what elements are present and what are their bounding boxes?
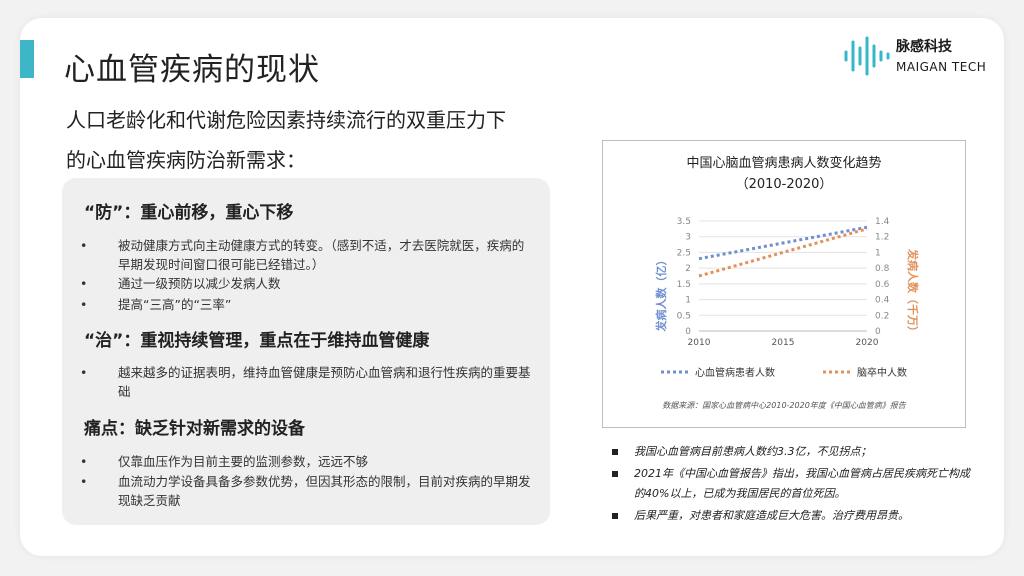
y2-tick-label: 1: [875, 248, 881, 258]
series-line-1: [698, 225, 868, 261]
list-item: • 仅靠血压作为目前主要的监测参数，远远不够: [80, 454, 369, 469]
chart-subtitle: （2010-2020）: [736, 177, 833, 192]
y2-tick-label: 0.4: [875, 296, 890, 306]
bullet-icon: •: [80, 276, 88, 291]
bullet-icon: •: [80, 454, 88, 469]
chart-title: 中国心脑血管病患病人数变化趋势: [686, 155, 881, 171]
y-tick-label: 1.5: [677, 280, 691, 290]
bullet-icon: •: [80, 238, 88, 253]
subtitle: 人口老龄化和代谢危险因素持续流行的双重压力下 的心血管疾病防治新需求：: [66, 100, 566, 180]
section-heading-treatment: “治”：重视持续管理，重点在于维持血管健康: [84, 331, 430, 351]
y-tick-label: 3.5: [677, 217, 691, 227]
trend-chart-svg: 中国心脑血管病患病人数变化趋势 （2010-2020） 0 0.5 1 1.5 2 2.5…: [654, 155, 920, 410]
list-item: • 提高“三高”的“三率”: [80, 297, 232, 312]
y2-tick-label: 0.2: [875, 311, 889, 321]
sound-wave-logo-icon: [844, 36, 890, 76]
notes-list: 我国心血管病目前患病人数约3.3亿，不见拐点； 2021年《中国心血管报告》指出…: [612, 442, 972, 528]
title-accent-bar: [20, 40, 34, 78]
y2-tick-label: 0.6: [875, 280, 890, 290]
x-tick-label: 2010: [688, 338, 711, 348]
square-bullet-icon: [612, 449, 618, 455]
y2-tick-label: 1.4: [875, 217, 890, 227]
y2-tick-label: 0.8: [875, 264, 890, 274]
list-item: • 被动健康方式向主动健康方式的转变。（感到不适，才去医院就医，疾病的早期发现时间…: [80, 238, 525, 272]
y-tick-label: 3: [685, 233, 691, 243]
square-bullet-icon: [612, 513, 618, 519]
page-title: 心血管疾病的现状: [64, 52, 320, 88]
y-tick-label: 2: [685, 264, 691, 274]
chart-source: 数据来源：国家心血管病中心2010-2020年度《中国心血管病》报告: [662, 401, 907, 410]
needs-panel: “防”：重心前移，重心下移 • 被动健康方式向主动健康方式的转变。（感到不适，才去…: [62, 178, 550, 525]
bullet-icon: •: [80, 297, 88, 312]
y2-tick-label: 0: [875, 327, 881, 337]
list-item: • 血流动力学设备具备多参数优势，但因其形态的限制，目前对疾病的早期发现缺乏贡献: [80, 474, 531, 508]
y2-axis-label: 发病人数（千万）: [906, 248, 920, 337]
y-tick-label: 0: [685, 327, 691, 337]
list-item: 后果严重，对患者和家庭造成巨大危害。治疗费用昂贵。: [612, 506, 972, 526]
y-tick-label: 2.5: [677, 248, 691, 258]
logo-cn-text: 脉感科技: [896, 39, 952, 55]
y2-tick-label: 1.2: [875, 233, 889, 243]
trend-chart: 中国心脑血管病患病人数变化趋势 （2010-2020） 0 0.5 1 1.5 2 2.5…: [602, 140, 966, 428]
subtitle-line-2: 的心血管疾病防治新需求：: [66, 148, 306, 172]
list-item: 2021年《中国心血管报告》指出，我国心血管病占居民疾病死亡构成的40%以上，已…: [612, 464, 972, 504]
section-heading-prevention: “防”：重心前移，重心下移: [84, 203, 294, 223]
square-bullet-icon: [612, 471, 618, 477]
section-heading-pain-point: 痛点：缺乏针对新需求的设备: [84, 419, 305, 439]
y-axis-label: 发病人数（亿）: [654, 255, 668, 333]
list-item: 我国心血管病目前患病人数约3.3亿，不见拐点；: [612, 442, 972, 462]
legend-label: 脑卒中人数: [857, 366, 907, 379]
x-tick-label: 2015: [772, 338, 795, 348]
x-tick-label: 2020: [856, 338, 879, 348]
y-tick-label: 0.5: [677, 311, 691, 321]
bullet-icon: •: [80, 365, 88, 380]
logo-en-text: MAIGAN TECH: [896, 60, 987, 74]
legend-label: 心血管病患者人数: [695, 366, 775, 379]
list-item: • 越来越多的证据表明，维持血管健康是预防心血管病和退行性疾病的重要基础: [80, 365, 531, 399]
company-logo: 脉感科技 MAIGAN TECH: [842, 34, 1002, 78]
bullet-icon: •: [80, 474, 88, 489]
list-item: • 通过一级预防以减少发病人数: [80, 276, 281, 291]
y-tick-label: 1: [685, 296, 691, 306]
subtitle-line-1: 人口老龄化和代谢危险因素持续流行的双重压力下: [66, 108, 506, 132]
